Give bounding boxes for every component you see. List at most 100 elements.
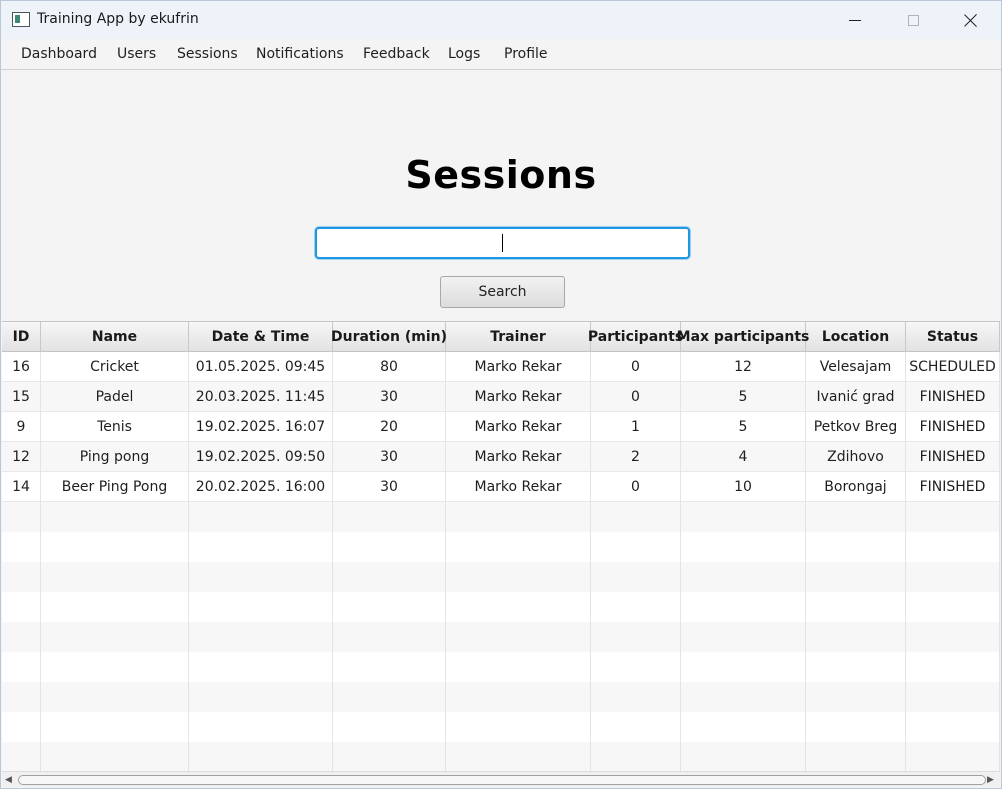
title-bar[interactable]: Training App by ekufrin [1,1,1001,39]
cell-trainer [446,712,591,742]
cell-max-participants: 4 [681,442,806,472]
cell-name [41,622,189,652]
cell-max-participants [681,502,806,532]
table-row[interactable]: 9 Tenis 19.02.2025. 16:07 20 Marko Rekar 1 5 Pe… [2,412,1000,442]
column-header-location[interactable]: Location [806,322,906,352]
cell-location [806,622,906,652]
cell-participants: 0 [591,352,681,382]
cell-max-participants [681,562,806,592]
menu-logs[interactable]: Logs [448,46,480,62]
scroll-thumb[interactable] [18,775,986,785]
cell-max-participants [681,712,806,742]
cell-name: Ping pong [41,442,189,472]
table-row[interactable]: 15 Padel 20.03.2025. 11:45 30 Marko Rekar 0 5 I… [2,382,1000,412]
cell-id [2,532,41,562]
scroll-right-icon[interactable]: ▶ [987,775,997,785]
cell-duration: 30 [333,382,446,412]
cell-id [2,502,41,532]
cell-max-participants [681,592,806,622]
menu-dashboard[interactable]: Dashboard [21,46,97,62]
sessions-table: ID Name Date & Time Duration (min) Trainer Pa… [2,321,1000,772]
cell-status [906,742,1000,772]
cell-id: 14 [2,472,41,502]
table-row[interactable]: 16 Cricket 01.05.2025. 09:45 80 Marko Rekar 0… [2,352,1000,382]
cell-participants [591,502,681,532]
empty-table-row [2,592,1000,622]
cell-location [806,712,906,742]
cell-date-time [189,712,333,742]
cell-max-participants [681,742,806,772]
cell-status [906,682,1000,712]
cell-status [906,532,1000,562]
search-input[interactable] [315,227,690,259]
cell-name [41,682,189,712]
cell-date-time [189,532,333,562]
menu-notifications[interactable]: Notifications [256,46,344,62]
cell-location [806,682,906,712]
cell-location [806,562,906,592]
column-header-duration[interactable]: Duration (min) [331,322,447,352]
cell-max-participants: 12 [681,352,806,382]
menu-feedback[interactable]: Feedback [363,46,430,62]
cell-participants: 2 [591,442,681,472]
cell-status [906,622,1000,652]
cell-name: Beer Ping Pong [41,472,189,502]
column-header-date-time[interactable]: Date & Time [189,322,333,352]
cell-location: Zdihovo [806,442,906,472]
column-header-status[interactable]: Status [906,322,1000,352]
app-window: Training App by ekufrin Dashboard Users … [0,0,1002,789]
cell-duration [333,562,446,592]
table-row[interactable]: 12 Ping pong 19.02.2025. 09:50 30 Marko Reka… [2,442,1000,472]
cell-id: 16 [2,352,41,382]
cell-location [806,592,906,622]
cell-status [906,712,1000,742]
minimize-icon [849,19,861,21]
cell-trainer: Marko Rekar [446,382,591,412]
column-header-max-participants[interactable]: Max participants [677,322,809,352]
window-title: Training App by ekufrin [37,11,199,27]
cell-name [41,652,189,682]
cell-date-time: 19.02.2025. 09:50 [189,442,333,472]
cell-date-time [189,502,333,532]
empty-table-row [2,652,1000,682]
table-row[interactable]: 14 Beer Ping Pong 20.02.2025. 16:00 30 Marko… [2,472,1000,502]
horizontal-scrollbar[interactable]: ◀ ▶ [2,771,1000,787]
cell-id: 12 [2,442,41,472]
cell-id [2,682,41,712]
cell-duration [333,742,446,772]
close-button[interactable] [942,1,1000,39]
cell-duration: 80 [333,352,446,382]
empty-table-row [2,502,1000,532]
cell-location [806,652,906,682]
cell-date-time: 20.02.2025. 16:00 [189,472,333,502]
cell-duration [333,622,446,652]
menu-users[interactable]: Users [117,46,156,62]
cell-duration [333,532,446,562]
menu-profile[interactable]: Profile [504,46,548,62]
menu-bar: Dashboard Users Sessions Notifications F… [1,39,1001,70]
cell-trainer [446,592,591,622]
minimize-button[interactable] [826,1,884,39]
column-header-participants[interactable]: Participants [588,322,683,352]
cell-participants: 1 [591,412,681,442]
cell-id [2,712,41,742]
column-header-name[interactable]: Name [41,322,189,352]
cell-date-time: 01.05.2025. 09:45 [189,352,333,382]
scroll-left-icon[interactable]: ◀ [5,775,15,785]
cell-participants [591,742,681,772]
cell-location: Petkov Breg [806,412,906,442]
maximize-button[interactable] [884,1,942,39]
cell-duration [333,502,446,532]
cell-location [806,502,906,532]
cell-trainer [446,622,591,652]
search-button[interactable]: Search [440,276,565,308]
cell-date-time: 20.03.2025. 11:45 [189,382,333,412]
cell-name: Tenis [41,412,189,442]
cell-location: Ivanić grad [806,382,906,412]
cell-id [2,562,41,592]
menu-sessions[interactable]: Sessions [177,46,238,62]
column-header-trainer[interactable]: Trainer [446,322,591,352]
cell-trainer: Marko Rekar [446,412,591,442]
column-header-id[interactable]: ID [2,322,41,352]
cell-location [806,742,906,772]
